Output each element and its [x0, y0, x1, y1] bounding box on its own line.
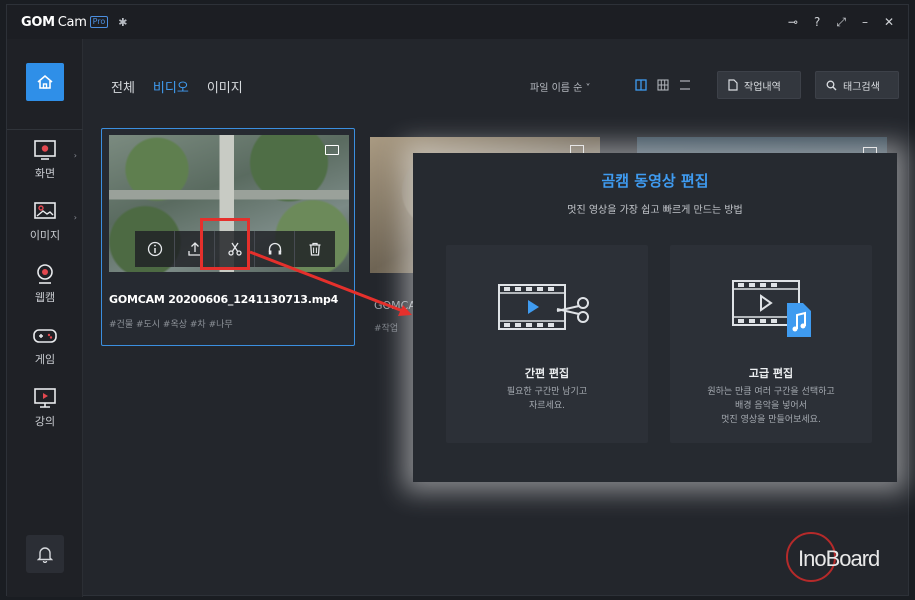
- video-tags: #건물 #도시 #옥상 #차 #나무: [109, 320, 233, 330]
- inoboard-watermark: InoBoard: [786, 530, 896, 586]
- dialog-subtitle: 멋진 영상을 가장 쉽고 빠르게 만드는 방법: [567, 205, 743, 216]
- film-music-icon: [732, 280, 811, 337]
- advanced-edit-title: 고급 편집: [748, 367, 794, 380]
- history-button-label: 작업내역: [744, 81, 781, 93]
- webcam-icon: [37, 264, 53, 284]
- info-button[interactable]: [135, 231, 175, 267]
- list-view-icon[interactable]: [679, 79, 691, 91]
- advanced-edit-description: 원하는 만큼 여러 구간을 선택하고 배경 음악을 넣어서 멋진 영상을 만들어보세…: [707, 387, 835, 425]
- sort-arrow-icon: ˅: [585, 83, 591, 94]
- screen-record-icon: [34, 140, 56, 160]
- bell-icon: [37, 547, 53, 563]
- simple-edit-title: 간편 편집: [524, 367, 570, 380]
- chevron-right-icon: ›: [73, 213, 77, 222]
- delete-button[interactable]: [295, 231, 335, 267]
- lecture-icon: [34, 388, 56, 408]
- search-icon: [826, 80, 837, 90]
- audio-button[interactable]: [255, 231, 295, 267]
- pro-badge: Pro: [89, 16, 109, 28]
- sidebar-item-label: 웹캠: [34, 291, 56, 304]
- history-button[interactable]: 작업내역: [717, 71, 801, 99]
- video-filename: GOMCAM 20200606_1241130713.mp4: [109, 293, 339, 306]
- tag-search-button[interactable]: 태그검색: [815, 71, 899, 99]
- tag-search-button-label: 태그검색: [843, 81, 880, 93]
- video-camera-icon: [325, 145, 339, 155]
- sidebar-item-label: 화면: [34, 167, 56, 180]
- sidebar-item-lecture[interactable]: 강의: [7, 387, 83, 443]
- simple-edit-option[interactable]: 간편 편집 필요한 구간만 남기고 자르세요.: [446, 245, 648, 443]
- film-scissors-icon: [498, 284, 589, 330]
- document-icon: [728, 79, 738, 91]
- tab-image[interactable]: 이미지: [207, 77, 243, 96]
- sidebar-item-screen[interactable]: 화면 ›: [7, 139, 83, 195]
- sidebar-item-label: 이미지: [29, 229, 61, 242]
- close-button[interactable]: ✕: [884, 15, 894, 29]
- image-icon: [34, 202, 56, 219]
- gamepad-icon: [33, 329, 57, 343]
- sidebar-item-webcam[interactable]: 웹캠: [7, 263, 83, 319]
- sidebar-item-game[interactable]: 게임: [7, 325, 83, 381]
- video-filename: GOMCA: [374, 299, 416, 312]
- small-grid-view-icon[interactable]: [657, 79, 669, 91]
- trash-icon: [309, 242, 321, 256]
- info-icon: [147, 241, 162, 257]
- sort-dropdown[interactable]: 파일 이름 순 ˅: [530, 79, 591, 94]
- dialog-title: 곰캠 동영상 편집: [601, 172, 709, 190]
- tab-video[interactable]: 비디오: [153, 77, 189, 96]
- edit-dialog: 곰캠 동영상 편집 멋진 영상을 가장 쉽고 빠르게 만드는 방법 간편 편집 …: [413, 153, 897, 482]
- filter-tabs: 전체 비디오 이미지: [111, 77, 243, 96]
- tab-all[interactable]: 전체: [111, 77, 135, 96]
- home-icon: [37, 74, 53, 89]
- help-button[interactable]: ?: [814, 15, 820, 29]
- headphones-icon: [268, 242, 281, 255]
- sidebar-item-image[interactable]: 이미지 ›: [7, 201, 83, 257]
- window-controls: ⊸ ? ⤢ – ✕: [788, 5, 894, 39]
- sidebar-item-label: 게임: [34, 353, 56, 366]
- sidebar-item-label: 강의: [34, 415, 56, 428]
- sidebar: 화면 › 이미지 › 웹캠 게임 강의: [7, 39, 83, 597]
- large-grid-view-icon[interactable]: [635, 79, 647, 91]
- home-button[interactable]: [26, 63, 64, 101]
- pin-icon[interactable]: ⊸: [788, 15, 798, 29]
- chevron-right-icon: ›: [73, 151, 77, 160]
- advanced-edit-option[interactable]: 고급 편집 원하는 만큼 여러 구간을 선택하고 배경 음악을 넣어서 멋진 영상을…: [670, 245, 872, 443]
- video-tags: #작업: [374, 324, 399, 334]
- notification-button[interactable]: [26, 535, 64, 573]
- mini-mode-button[interactable]: ⤢: [836, 15, 846, 30]
- watermark-text: InoBoard: [798, 546, 880, 571]
- simple-edit-description: 필요한 구간만 남기고 자르세요.: [506, 387, 588, 411]
- minimize-button[interactable]: –: [862, 15, 868, 29]
- sidebar-divider: [7, 129, 83, 130]
- app-logo: GOM Cam: [21, 14, 87, 30]
- gear-icon[interactable]: ✱: [118, 16, 127, 29]
- cut-button-highlight: [200, 218, 250, 270]
- view-mode-toggles: [635, 79, 691, 91]
- title-bar: GOM Cam Pro ✱ ⊸ ? ⤢ – ✕: [7, 5, 908, 39]
- sort-label: 파일 이름 순: [530, 83, 583, 94]
